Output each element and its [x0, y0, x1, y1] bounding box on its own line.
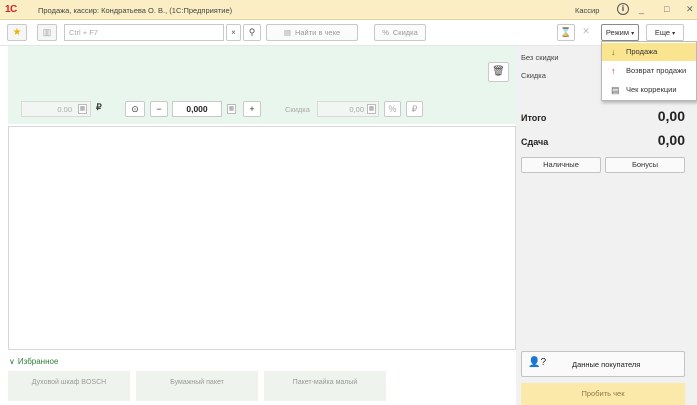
hourglass-icon: ⌛ — [560, 27, 572, 37]
total-label: Итого — [521, 113, 547, 123]
percent-icon: % — [382, 28, 389, 37]
more-label: Еще — [654, 28, 671, 37]
search-button[interactable]: ⚲ — [243, 24, 261, 41]
favorite-tile[interactable]: Духовой шкаф BOSCH — [8, 371, 130, 401]
calculator-icon[interactable]: ▦ — [78, 104, 87, 114]
info-icon[interactable]: i — [617, 3, 629, 15]
favorites-title: Избранное — [17, 357, 59, 366]
menu-item-correction[interactable]: ▤ Чек коррекции — [602, 81, 696, 99]
view-button[interactable]: ⊙ — [125, 101, 145, 117]
arrow-down-icon: ↓ — [611, 47, 616, 57]
ruble-discount-button[interactable]: ₽ — [406, 101, 423, 117]
arrow-up-icon: ↑ — [611, 66, 616, 76]
minimize-button[interactable]: _ — [639, 4, 644, 14]
print-check-button[interactable]: Пробить чек — [521, 383, 685, 405]
change-label: Сдача — [521, 137, 549, 147]
window-title: Продажа, кассир: Кондратьева О. В., (1С:… — [38, 6, 233, 15]
menu-item-label: Возврат продажи — [626, 66, 687, 75]
calculator-icon[interactable]: ▦ — [367, 104, 376, 114]
plus-icon: + — [249, 104, 255, 114]
current-user: Кассир — [575, 6, 600, 15]
chevron-down-icon: ▾ — [672, 31, 676, 37]
bonus-button[interactable]: Бонусы — [605, 157, 685, 173]
no-discount-label: Без скидки — [521, 53, 559, 62]
clear-icon: × — [231, 28, 236, 37]
find-in-check-label: Найти в чеке — [294, 28, 341, 37]
favorites-star-button[interactable]: ★ — [7, 24, 27, 41]
close-icon: ✕ — [582, 26, 590, 36]
menu-item-label: Чек коррекции — [626, 85, 677, 94]
ruble-icon: ₽ — [411, 104, 418, 114]
quantity-field[interactable]: 0,000 — [172, 101, 222, 117]
menu-item-return[interactable]: ↑ Возврат продажи — [602, 62, 696, 80]
app-logo: 1С — [5, 4, 17, 15]
discount-button[interactable]: % Скидка — [374, 24, 426, 41]
close-window-button[interactable]: ✕ — [686, 4, 694, 14]
star-icon: ★ — [12, 27, 22, 38]
modes-label: Режим — [605, 28, 629, 37]
chevron-down-icon: ▾ — [631, 31, 635, 37]
maximize-button[interactable]: □ — [664, 4, 669, 14]
eye-icon: ⊙ — [131, 104, 139, 114]
clear-search-button[interactable]: × — [226, 24, 241, 41]
title-bar: 1С Продажа, кассир: Кондратьева О. В., (… — [0, 0, 697, 20]
delete-row-button[interactable]: 🗑 — [488, 62, 509, 82]
cart-table[interactable] — [8, 126, 516, 350]
favorite-tile[interactable]: Пакет-майка малый — [264, 371, 386, 401]
cash-button[interactable]: Наличные — [521, 157, 601, 173]
search-input[interactable]: Ctrl + F7 — [64, 24, 224, 41]
favorite-tile[interactable]: Бумажный пакет — [136, 371, 258, 401]
barcode-button[interactable]: ▥ — [37, 24, 57, 41]
barcode-icon: ▥ — [42, 27, 52, 37]
customer-data-button[interactable]: 👤? Данные покупателя — [521, 351, 685, 377]
calculator-icon[interactable]: ▦ — [227, 104, 236, 114]
more-button[interactable]: Еще ▾ — [646, 24, 684, 41]
discount-button-label: Скидка — [392, 28, 418, 37]
menu-item-label: Продажа — [626, 47, 658, 56]
increase-quantity-button[interactable]: + — [243, 101, 261, 117]
chevron-down-icon: ∨ — [9, 357, 15, 366]
total-value: 0,00 — [657, 108, 685, 124]
ruble-icon: ₽ — [96, 102, 102, 112]
minus-icon: − — [156, 104, 162, 114]
toolbar: ★ ▥ Ctrl + F7 × ⚲ ▤ Найти в чеке % Скидка … — [0, 20, 697, 46]
modes-dropdown-menu: ↓ Продажа ↑ Возврат продажи ▤ Чек коррек… — [601, 41, 697, 101]
search-icon: ⚲ — [248, 27, 256, 37]
decrease-quantity-button[interactable]: − — [150, 101, 168, 117]
find-in-check-button[interactable]: ▤ Найти в чеке — [266, 24, 358, 41]
summary-discount-label: Скидка — [521, 71, 546, 80]
favorites-header[interactable]: ∨ Избранное — [9, 357, 58, 366]
modes-button[interactable]: Режим ▾ — [601, 24, 639, 41]
deferred-check-button[interactable]: ⌛ — [557, 24, 575, 41]
change-value: 0,00 — [657, 132, 685, 148]
customer-data-label: Данные покупателя — [572, 360, 641, 369]
trash-icon: 🗑 — [492, 66, 505, 77]
close-check-button[interactable]: ✕ — [578, 24, 594, 41]
customer-icon: 👤? — [528, 357, 547, 368]
percent-discount-button[interactable]: % — [384, 101, 401, 117]
receipt-icon: ▤ — [611, 85, 620, 95]
percent-icon: % — [388, 104, 397, 114]
menu-item-sale[interactable]: ↓ Продажа — [602, 43, 696, 61]
find-icon: ▤ — [283, 28, 291, 37]
discount-label: Скидка — [285, 105, 310, 114]
